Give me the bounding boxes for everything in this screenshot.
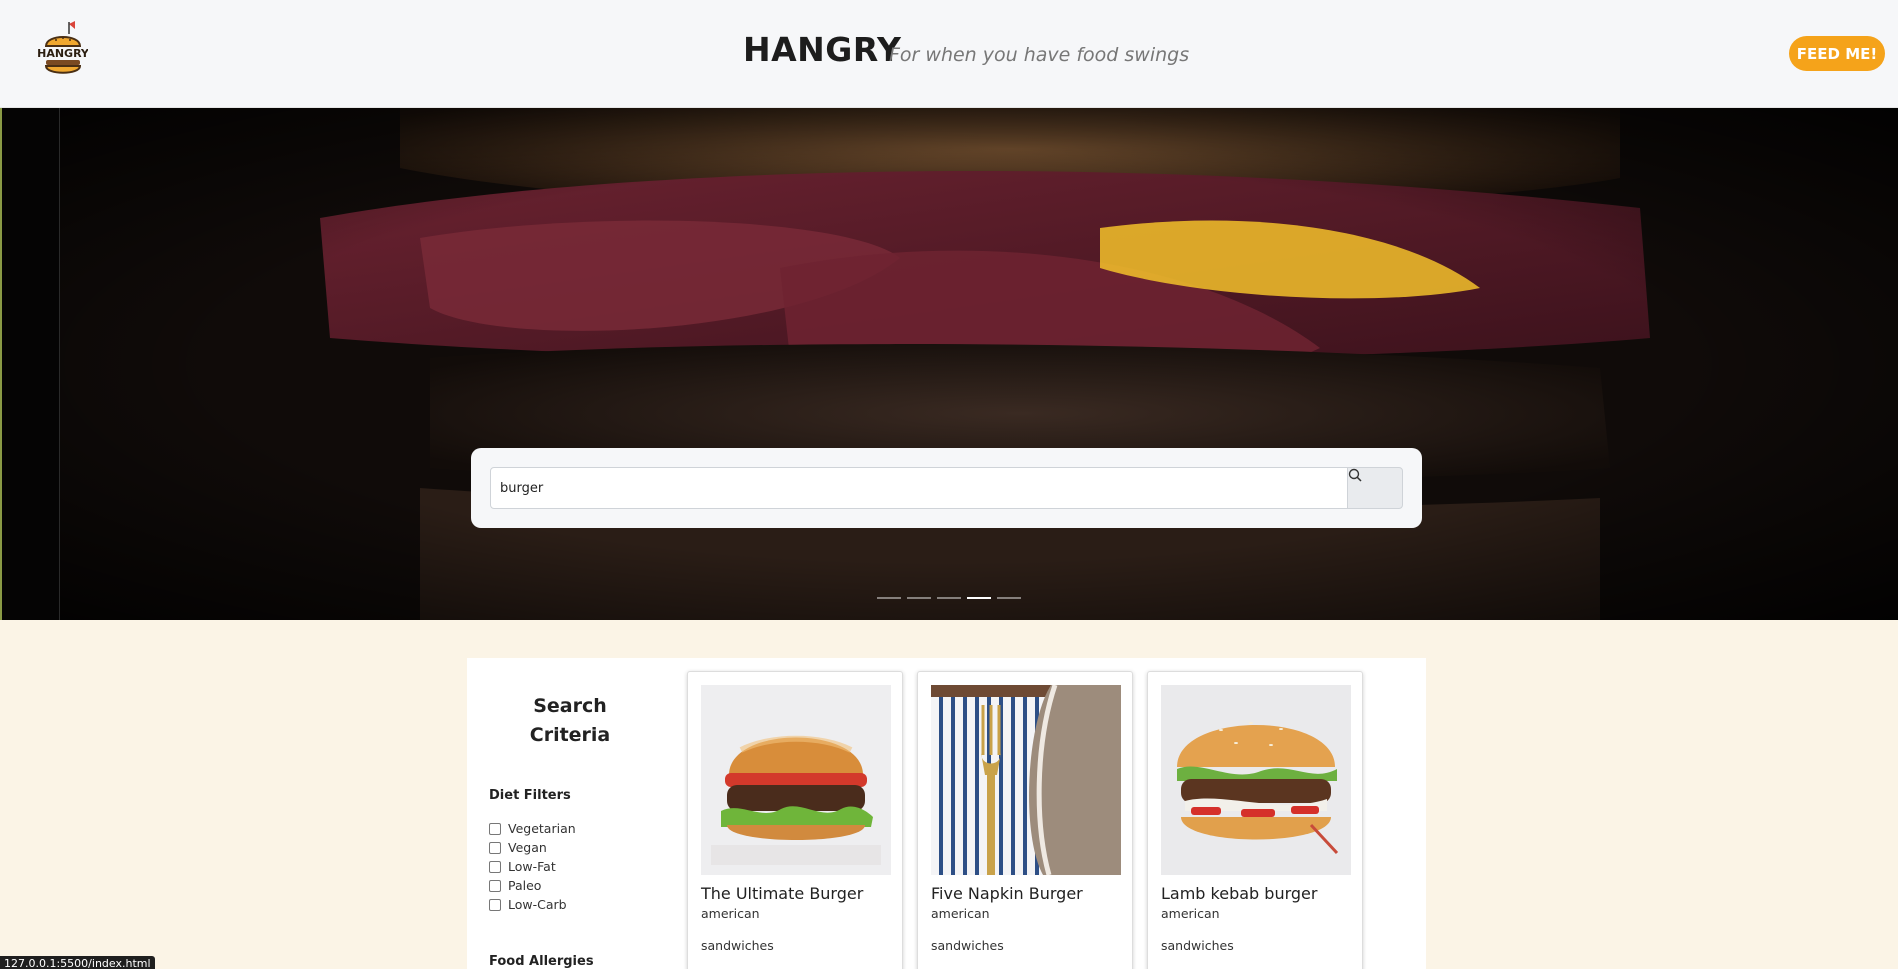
search-card [471,448,1422,528]
food-allergies-title: Food Allergies [489,954,594,969]
filter-label: Low-Carb [508,897,567,912]
recipe-cuisine: american [1161,906,1220,921]
checkbox[interactable] [489,841,501,854]
recipe-title[interactable]: The Ultimate Burger [701,884,863,903]
search-button[interactable] [1347,467,1403,509]
filter-label: Vegetarian [508,821,576,836]
site-header: HANGRY HANGRY For when you have food swi… [0,0,1898,108]
recipe-image[interactable] [931,685,1121,875]
diet-filters-title: Diet Filters [489,788,571,803]
carousel-indicator-3[interactable] [937,597,961,599]
search-icon [1348,468,1362,482]
carousel-indicator-1[interactable] [877,597,901,599]
filter-label: Low-Fat [508,859,556,874]
recipe-title[interactable]: Five Napkin Burger [931,884,1083,903]
recipe-card[interactable]: Five Napkin Burger american sandwiches [917,671,1133,969]
recipe-title[interactable]: Lamb kebab burger [1161,884,1317,903]
recipe-category: sandwiches [701,938,774,953]
carousel-indicator-2[interactable] [907,597,931,599]
carousel-indicator-4[interactable] [967,597,991,599]
hero-burger-image [0,108,1898,620]
diet-filter-low-carb[interactable]: Low-Carb [489,895,576,914]
diet-filter-list: Vegetarian Vegan Low-Fat Paleo Low-Carb [489,819,576,914]
brand-tagline: For when you have food swings [889,44,1190,66]
recipe-card[interactable]: The Ultimate Burger american sandwiches [687,671,903,969]
carousel-indicator-5[interactable] [997,597,1021,599]
diet-filter-paleo[interactable]: Paleo [489,876,576,895]
recipe-cuisine: american [701,906,760,921]
recipe-cuisine: american [931,906,990,921]
logo-text: HANGRY [38,47,88,60]
checkbox[interactable] [489,879,501,892]
checkbox[interactable] [489,898,501,911]
status-bar-url: 127.0.0.1:5500/index.html [0,956,155,969]
filter-label: Paleo [508,878,542,893]
diet-filter-low-fat[interactable]: Low-Fat [489,857,576,876]
feed-me-button[interactable]: FEED ME! [1789,36,1885,71]
diet-filter-vegan[interactable]: Vegan [489,838,576,857]
recipe-image[interactable] [701,685,891,875]
search-input[interactable] [490,467,1348,509]
recipe-image[interactable] [1161,685,1351,875]
checkbox[interactable] [489,822,501,835]
recipe-category: sandwiches [931,938,1004,953]
brand-title: HANGRY [743,30,902,69]
diet-filter-vegetarian[interactable]: Vegetarian [489,819,576,838]
search-criteria-title: Search Criteria [529,695,611,746]
hangry-logo[interactable]: HANGRY [37,20,90,78]
carousel-prev-area[interactable] [0,108,60,620]
recipe-card[interactable]: Lamb kebab burger american sandwiches [1147,671,1363,969]
hero-carousel [0,108,1898,620]
checkbox[interactable] [489,860,501,873]
carousel-indicators [877,597,1021,599]
hero-edge-line [0,108,2,620]
recipe-category: sandwiches [1161,938,1234,953]
results-panel: Search Criteria Diet Filters Vegetarian … [467,658,1426,969]
filter-label: Vegan [508,840,547,855]
